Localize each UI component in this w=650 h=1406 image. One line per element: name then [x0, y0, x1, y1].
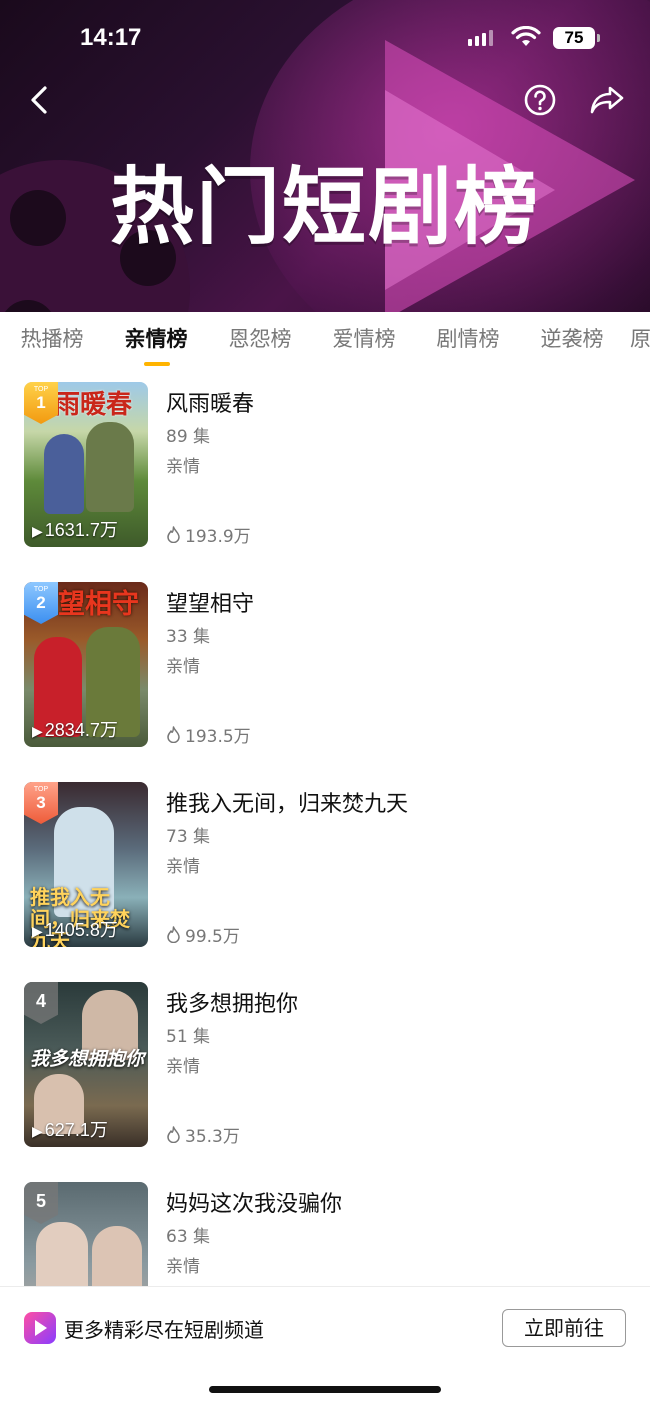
genre-label: 亲情 — [166, 1257, 200, 1277]
heat-score: 193.9万 — [166, 522, 251, 547]
drama-title[interactable]: 望望相守 — [166, 586, 254, 618]
episode-count: 33 集 — [166, 627, 211, 647]
heat-score: 35.3万 — [166, 1122, 240, 1147]
cover-thumbnail[interactable]: 望相守 TOP 2 2834.7万 — [24, 582, 148, 747]
tab-more[interactable]: 原 — [624, 312, 650, 368]
view-count: 1405.8万 — [32, 916, 118, 942]
status-bar: 14:17 75 — [0, 18, 650, 58]
heat-score: 193.5万 — [166, 722, 251, 747]
list-item[interactable]: 5 妈妈这次我没骗你 63 集 亲情 — [0, 1168, 650, 1286]
drama-title[interactable]: 妈妈这次我没骗你 — [166, 1186, 342, 1218]
cover-thumbnail[interactable]: 我多想拥抱你 4 627.1万 — [24, 982, 148, 1147]
tab-plot[interactable]: 剧情榜 — [416, 312, 520, 368]
genre-label: 亲情 — [166, 1057, 200, 1077]
flame-icon — [167, 526, 180, 543]
drama-title[interactable]: 我多想拥抱你 — [166, 986, 298, 1018]
flame-icon — [167, 726, 180, 743]
bottom-promo-bar: 更多精彩尽在短剧频道 立即前往 — [0, 1286, 650, 1406]
cover-title-text: 我多想拥抱你 — [30, 1048, 145, 1070]
genre-label: 亲情 — [166, 657, 200, 677]
category-tabs: 热播榜 亲情榜 恩怨榜 爱情榜 剧情榜 逆袭榜 原 — [0, 312, 650, 368]
list-item[interactable]: 雨暖春 TOP 1 1631.7万 风雨暖春 89 集 亲情 193.9万 — [0, 368, 650, 568]
status-time: 14:17 — [80, 24, 142, 51]
drama-title[interactable]: 风雨暖春 — [166, 386, 254, 418]
episode-count: 63 集 — [166, 1227, 211, 1247]
battery-indicator: 75 — [553, 27, 600, 49]
tab-family[interactable]: 亲情榜 — [104, 312, 208, 368]
go-now-button[interactable]: 立即前往 — [502, 1309, 626, 1347]
help-icon[interactable] — [522, 82, 558, 118]
short-drama-logo-icon — [24, 1312, 56, 1344]
cover-thumbnail[interactable]: 5 — [24, 1182, 148, 1286]
signal-icon — [468, 30, 493, 46]
page-title: 热门短剧榜 — [109, 158, 540, 256]
list-item[interactable]: 我多想拥抱你 4 627.1万 我多想拥抱你 51 集 亲情 35.3万 — [0, 968, 650, 1168]
flame-icon — [167, 1126, 180, 1143]
tab-grudge[interactable]: 恩怨榜 — [208, 312, 312, 368]
episode-count: 89 集 — [166, 427, 211, 447]
genre-label: 亲情 — [166, 457, 200, 477]
cover-thumbnail[interactable]: 雨暖春 TOP 1 1631.7万 — [24, 382, 148, 547]
view-count: 2834.7万 — [32, 716, 118, 742]
cover-title-text: 雨暖春 — [54, 390, 133, 420]
share-icon[interactable] — [588, 82, 628, 118]
tab-romance[interactable]: 爱情榜 — [312, 312, 416, 368]
flame-icon — [167, 926, 180, 943]
wifi-icon — [511, 26, 541, 46]
episode-count: 51 集 — [166, 1027, 211, 1047]
episode-count: 73 集 — [166, 827, 211, 847]
drama-title[interactable]: 推我入无间，归来焚九天 — [166, 786, 408, 818]
genre-label: 亲情 — [166, 857, 200, 877]
list-item[interactable]: 推我入无间，归来焚九天 TOP 3 1405.8万 推我入无间，归来焚九天 73… — [0, 768, 650, 968]
cover-title-text: 望相守 — [58, 589, 139, 620]
heat-score: 99.5万 — [166, 922, 240, 947]
tab-comeback[interactable]: 逆袭榜 — [520, 312, 624, 368]
promo-text: 更多精彩尽在短剧频道 — [64, 1318, 264, 1342]
drama-ranking-list: 雨暖春 TOP 1 1631.7万 风雨暖春 89 集 亲情 193.9万 望相… — [0, 368, 650, 1286]
back-arrow-icon[interactable] — [22, 82, 58, 118]
header-banner: 14:17 75 热门短剧榜 — [0, 0, 650, 312]
tab-hot[interactable]: 热播榜 — [0, 312, 104, 368]
view-count: 627.1万 — [32, 1116, 108, 1142]
list-item[interactable]: 望相守 TOP 2 2834.7万 望望相守 33 集 亲情 193.5万 — [0, 568, 650, 768]
home-indicator[interactable] — [209, 1386, 441, 1393]
cover-thumbnail[interactable]: 推我入无间，归来焚九天 TOP 3 1405.8万 — [24, 782, 148, 947]
view-count: 1631.7万 — [32, 516, 118, 542]
